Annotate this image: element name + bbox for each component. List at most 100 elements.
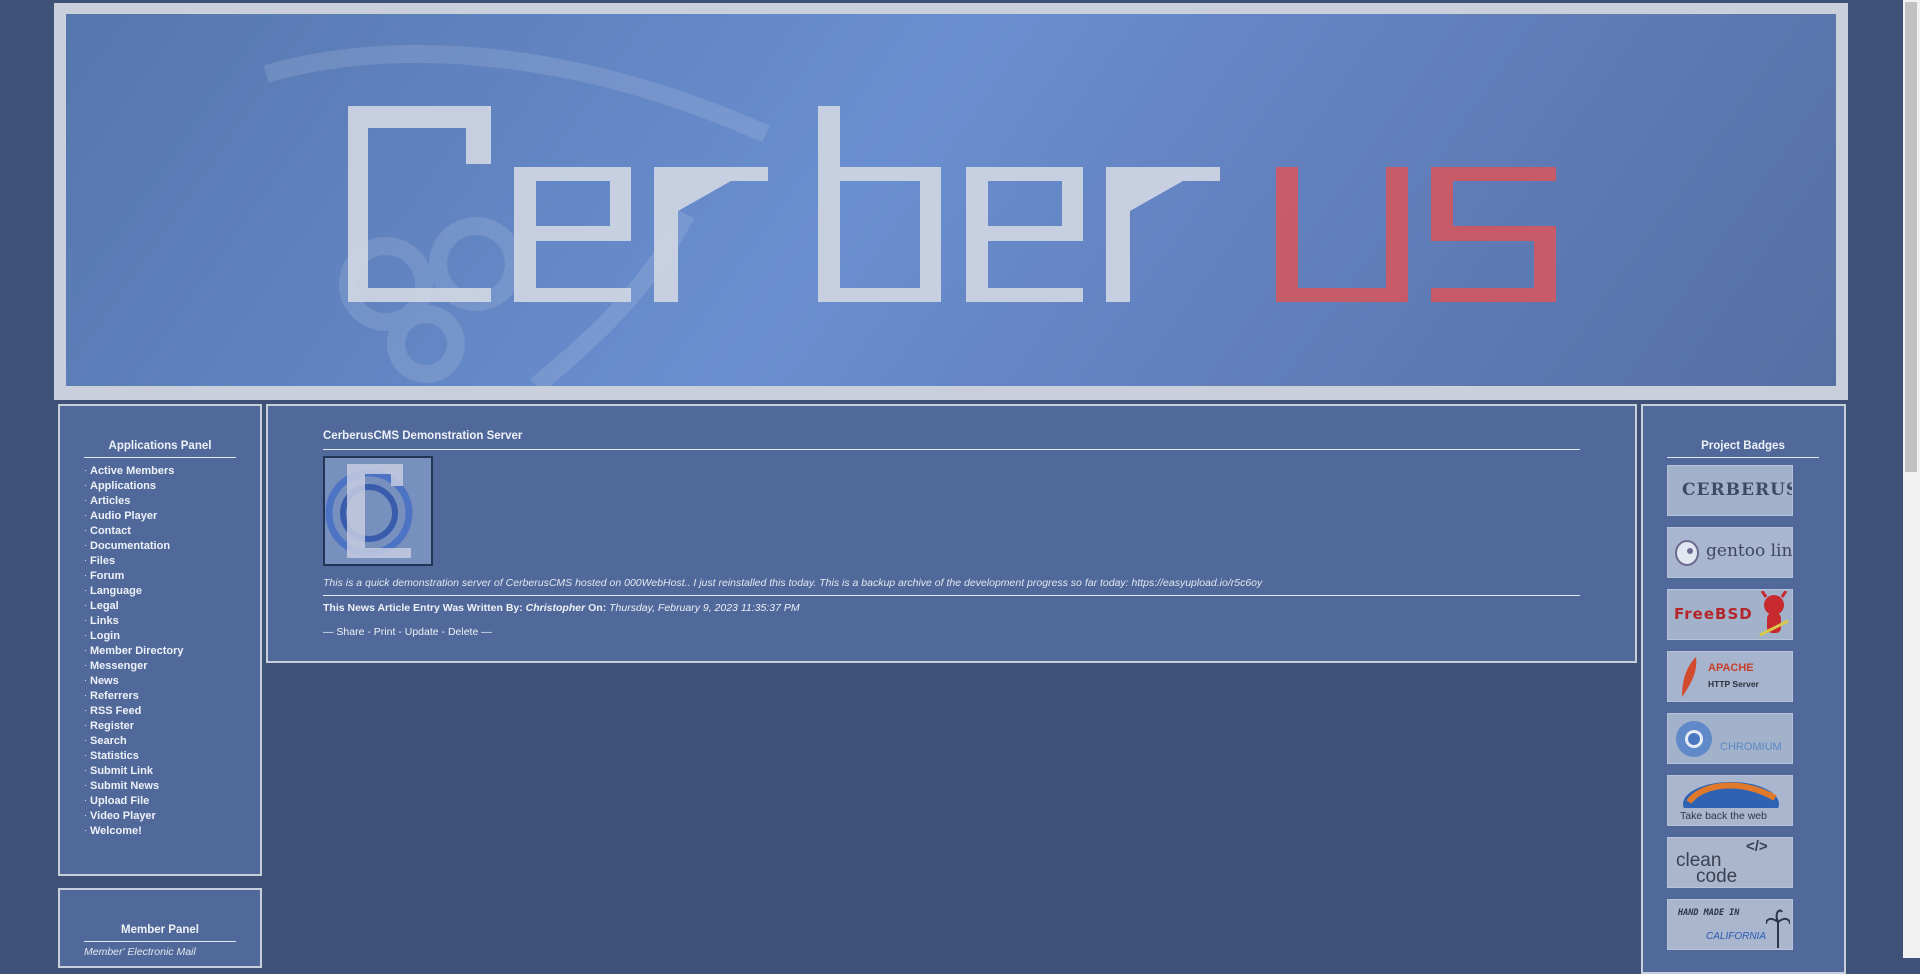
menu-item-register[interactable]: · Register (84, 719, 236, 734)
print-link[interactable]: Print (374, 626, 396, 638)
news-body: This is a quick demonstration server of … (323, 577, 1263, 589)
menu-bullet: · (84, 645, 87, 655)
menu-item-link[interactable]: Search (90, 735, 127, 747)
menu-item-upload-file[interactable]: · Upload File (84, 794, 236, 809)
menu-item-member-directory[interactable]: · Member Directory (84, 644, 236, 659)
badge-cerberus-text: CERBERUS (1682, 480, 1793, 500)
project-badges-panel: Project Badges CERBERUS gentoo linux Fre… (1641, 404, 1846, 974)
menu-item-link[interactable]: Forum (90, 570, 124, 582)
menu-item-language[interactable]: · Language (84, 584, 236, 599)
menu-item-link[interactable]: Links (90, 615, 119, 627)
byline-on-label: On: (588, 602, 607, 614)
menu-item-audio-player[interactable]: · Audio Player (84, 509, 236, 524)
badge-apache-sub: HTTP Server (1708, 679, 1759, 689)
byline-prefix: This News Article Entry Was Written By: (323, 602, 523, 614)
menu-item-link[interactable]: RSS Feed (90, 705, 141, 717)
banner-image (66, 14, 1836, 386)
menu-item-legal[interactable]: · Legal (84, 599, 236, 614)
menu-bullet: · (84, 750, 87, 760)
menu-item-link[interactable]: Language (90, 585, 142, 597)
badge-cerberus[interactable]: CERBERUS (1667, 465, 1793, 516)
actions-trail: — (481, 626, 492, 638)
project-badges-title: Project Badges (1667, 440, 1819, 458)
badge-cleancode[interactable]: clean code </> (1667, 837, 1793, 888)
menu-item-links[interactable]: · Links (84, 614, 236, 629)
menu-item-link[interactable]: Files (90, 555, 115, 567)
menu-item-link[interactable]: Video Player (90, 810, 156, 822)
menu-item-submit-link[interactable]: · Submit Link (84, 764, 236, 779)
menu-item-link[interactable]: Contact (90, 525, 131, 537)
menu-item-referrers[interactable]: · Referrers (84, 689, 236, 704)
menu-item-messenger[interactable]: · Messenger (84, 659, 236, 674)
badge-california-text: HAND MADE IN (1678, 908, 1740, 918)
menu-item-link[interactable]: Referrers (90, 690, 139, 702)
menu-item-link[interactable]: Welcome! (90, 825, 142, 837)
badge-apache[interactable]: APACHE HTTP Server (1667, 651, 1793, 702)
applications-panel: Applications Panel · Active Members · Appli… (58, 404, 262, 876)
menu-item-link[interactable]: Register (90, 720, 134, 732)
menu-item-applications[interactable]: · Applications (84, 479, 236, 494)
menu-item-contact[interactable]: · Contact (84, 524, 236, 539)
firefox-icon (1683, 782, 1779, 808)
scrollbar-thumb[interactable] (1905, 2, 1917, 472)
menu-item-link[interactable]: Member Directory (90, 645, 184, 657)
badge-chromium[interactable]: CHROMIUM (1667, 713, 1793, 764)
menu-item-link[interactable]: Statistics (90, 750, 139, 762)
menu-item-statistics[interactable]: · Statistics (84, 749, 236, 764)
badge-freebsd[interactable]: FreeBSD (1667, 589, 1793, 640)
menu-item-welcome[interactable]: · Welcome! (84, 824, 236, 839)
page-scrollbar[interactable] (1903, 0, 1920, 958)
menu-bullet: · (84, 660, 87, 670)
menu-item-login[interactable]: · Login (84, 629, 236, 644)
news-byline: This News Article Entry Was Written By: … (323, 602, 800, 614)
byline-date: Thursday, February 9, 2023 11:35:37 PM (609, 602, 800, 614)
badge-california-sub: CALIFORNIA (1706, 931, 1767, 942)
menu-item-files[interactable]: · Files (84, 554, 236, 569)
menu-item-link[interactable]: Legal (90, 600, 119, 612)
badge-cleancode-sub: code (1696, 866, 1738, 887)
menu-item-link[interactable]: Messenger (90, 660, 147, 672)
menu-item-link[interactable]: Submit News (90, 780, 159, 792)
menu-bullet: · (84, 720, 87, 730)
menu-item-forum[interactable]: · Forum (84, 569, 236, 584)
member-panel-title: Member Panel (84, 924, 236, 942)
menu-bullet: · (84, 615, 87, 625)
badge-california[interactable]: HAND MADE IN CALIFORNIA (1667, 899, 1793, 950)
menu-item-rss-feed[interactable]: · RSS Feed (84, 704, 236, 719)
menu-item-link[interactable]: Login (90, 630, 120, 642)
menu-item-documentation[interactable]: · Documentation (84, 539, 236, 554)
menu-item-link[interactable]: Applications (90, 480, 156, 492)
menu-item-link[interactable]: Active Members (90, 465, 174, 477)
share-link[interactable]: Share (336, 626, 364, 638)
menu-item-video-player[interactable]: · Video Player (84, 809, 236, 824)
menu-bullet: · (84, 735, 87, 745)
menu-item-submit-news[interactable]: · Submit News (84, 779, 236, 794)
menu-bullet: · (84, 465, 87, 475)
menu-item-link[interactable]: Articles (90, 495, 130, 507)
menu-item-search[interactable]: · Search (84, 734, 236, 749)
menu-bullet: · (84, 585, 87, 595)
menu-bullet: · (84, 510, 87, 520)
news-image[interactable] (323, 456, 433, 566)
news-title-divider (323, 449, 1580, 450)
menu-item-active-members[interactable]: · Active Members (84, 464, 236, 479)
member-email-label: Member' Electronic Mail (84, 946, 196, 958)
badge-firefox-text: Take back the web (1680, 810, 1767, 822)
menu-bullet: · (84, 780, 87, 790)
delete-link[interactable]: Delete (448, 626, 478, 638)
menu-item-news[interactable]: · News (84, 674, 236, 689)
menu-item-link[interactable]: News (90, 675, 119, 687)
menu-item-link[interactable]: Submit Link (90, 765, 153, 777)
menu-bullet: · (84, 525, 87, 535)
menu-item-link[interactable]: Audio Player (90, 510, 157, 522)
menu-item-articles[interactable]: · Articles (84, 494, 236, 509)
menu-item-link[interactable]: Documentation (90, 540, 170, 552)
freebsd-daemon-icon (1759, 591, 1789, 637)
menu-bullet: · (84, 690, 87, 700)
byline-author: Christopher (525, 602, 586, 614)
badge-gentoo[interactable]: gentoo linux (1667, 527, 1793, 578)
badge-firefox[interactable]: Take back the web (1667, 775, 1793, 826)
badge-cleancode-tag: </> (1746, 838, 1768, 855)
menu-item-link[interactable]: Upload File (90, 795, 149, 807)
update-link[interactable]: Update (405, 626, 439, 638)
